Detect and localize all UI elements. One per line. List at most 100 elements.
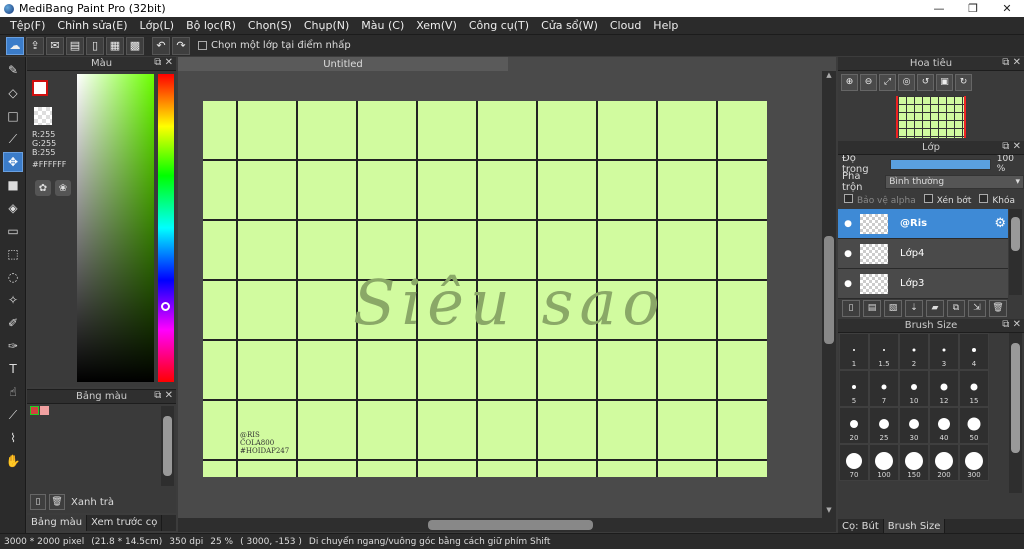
visibility-icon[interactable]: ● bbox=[842, 218, 854, 230]
merge-layer-icon[interactable]: ⇲ bbox=[968, 299, 986, 317]
tab-brush-preview[interactable]: Xem trước cọ bbox=[87, 515, 163, 531]
brush-size-scrollbar[interactable] bbox=[1009, 333, 1022, 493]
delete-palette-icon[interactable]: 🗑 bbox=[49, 494, 65, 510]
saturation-value-picker[interactable] bbox=[77, 74, 154, 382]
comment-icon[interactable]: ▤ bbox=[66, 36, 84, 55]
canvas-paper[interactable]: Siêu sao @RIS COLA800 #HOIDAP247 bbox=[203, 101, 767, 477]
brush-size-cell[interactable]: 1.5 bbox=[869, 333, 899, 370]
menu-color[interactable]: Màu (C) bbox=[355, 19, 410, 32]
brush-size-cell[interactable]: 25 bbox=[869, 407, 899, 444]
gear-icon[interactable]: ⚙ bbox=[994, 216, 1006, 231]
layers-scrollbar[interactable] bbox=[1009, 209, 1022, 295]
menu-edit[interactable]: Chỉnh sửa(E) bbox=[51, 19, 133, 32]
lasso-tool-icon[interactable]: ◌ bbox=[3, 267, 23, 287]
new-palette-icon[interactable]: ▯ bbox=[30, 494, 46, 510]
document-tab[interactable]: Untitled bbox=[178, 57, 508, 71]
brush-size-cell[interactable]: 3 bbox=[929, 333, 959, 370]
layer-item[interactable]: ● Lớp3 bbox=[838, 269, 1008, 299]
new-vector-layer-icon[interactable]: ▧ bbox=[884, 299, 902, 317]
brush-size-cell[interactable]: 15 bbox=[959, 370, 989, 407]
tab-palette[interactable]: Bảng màu bbox=[27, 515, 88, 531]
gradient-tool-icon[interactable]: ▭ bbox=[3, 221, 23, 241]
canvas-horizontal-scrollbar[interactable] bbox=[178, 518, 836, 532]
select-layer-on-click-toggle[interactable]: Chọn một lớp tại điểm nhấp bbox=[198, 40, 351, 51]
navigator-preview[interactable] bbox=[838, 93, 1024, 141]
brush-size-cell[interactable]: 10 bbox=[899, 370, 929, 407]
move-tool-icon[interactable]: ✥ bbox=[3, 152, 23, 172]
protect-alpha-toggle[interactable]: Bảo vệ alpha bbox=[844, 194, 916, 206]
menu-view[interactable]: Xem(V) bbox=[410, 19, 463, 32]
close-button[interactable]: ✕ bbox=[990, 0, 1024, 17]
hand-tool-icon[interactable]: ✋ bbox=[3, 451, 23, 471]
menu-file[interactable]: Tệp(F) bbox=[4, 19, 51, 32]
brush-size-cell[interactable]: 12 bbox=[929, 370, 959, 407]
maximize-button[interactable]: ❐ bbox=[956, 0, 990, 17]
scroll-up-icon[interactable]: ▲ bbox=[822, 71, 836, 83]
folder-icon[interactable]: ▰ bbox=[926, 299, 944, 317]
layer-item[interactable]: ● @Ris ⚙ bbox=[838, 209, 1008, 239]
panel-controls-icon[interactable]: ⧉ ✕ bbox=[1002, 57, 1021, 68]
actual-size-icon[interactable]: ◎ bbox=[898, 73, 915, 91]
cloud-icon[interactable]: ☁ bbox=[6, 36, 24, 55]
brush-size-cell[interactable]: 50 bbox=[959, 407, 989, 444]
brush-size-cell[interactable]: 40 bbox=[929, 407, 959, 444]
eraser-tool-icon[interactable]: ◇ bbox=[3, 83, 23, 103]
vertical-scroll-thumb[interactable] bbox=[824, 236, 834, 344]
clipping-toggle[interactable]: Xén bớt bbox=[923, 194, 971, 206]
dot-tool-icon[interactable]: ⟋ bbox=[3, 129, 23, 149]
reset-rotation-icon[interactable]: ▣ bbox=[936, 73, 953, 91]
menu-filter[interactable]: Bộ lọc(R) bbox=[180, 19, 242, 32]
fit-window-icon[interactable]: ⤢ bbox=[879, 73, 896, 91]
text-tool-icon[interactable]: T bbox=[3, 359, 23, 379]
panel-controls-icon[interactable]: ⧉ ✕ bbox=[154, 57, 173, 68]
brush-size-cell[interactable]: 4 bbox=[959, 333, 989, 370]
layer-item[interactable]: ● Lớp4 bbox=[838, 239, 1008, 269]
magic-wand-tool-icon[interactable]: ✧ bbox=[3, 290, 23, 310]
brush-size-cell[interactable]: 30 bbox=[899, 407, 929, 444]
blend-mode-select[interactable]: Bình thường ▾ bbox=[885, 175, 1024, 189]
palette-icon[interactable]: ✿ bbox=[35, 180, 51, 196]
zoom-out-icon[interactable]: ⊖ bbox=[860, 73, 877, 91]
minimize-button[interactable]: — bbox=[922, 0, 956, 17]
speech-bubble-icon[interactable]: ✉ bbox=[46, 36, 64, 55]
lock-toggle[interactable]: Khóa bbox=[979, 194, 1015, 206]
undo-icon[interactable]: ↶ bbox=[152, 36, 170, 55]
brush-size-cell[interactable]: 200 bbox=[929, 444, 959, 481]
redo-icon[interactable]: ↷ bbox=[172, 36, 190, 55]
new-layer-icon[interactable]: ▯ bbox=[842, 299, 860, 317]
zoom-in-icon[interactable]: ⊕ bbox=[841, 73, 858, 91]
menu-help[interactable]: Help bbox=[647, 19, 684, 32]
visibility-icon[interactable]: ● bbox=[842, 278, 854, 290]
hue-slider[interactable] bbox=[158, 74, 174, 382]
brush-size-cell[interactable]: 70 bbox=[839, 444, 869, 481]
delete-layer-icon[interactable]: 🗑 bbox=[989, 299, 1007, 317]
brush-tool-icon[interactable]: ✎ bbox=[3, 60, 23, 80]
canvas-vertical-scrollbar[interactable]: ▲ ▼ bbox=[822, 71, 836, 518]
canvas-area[interactable]: Untitled Siêu sao @RIS COLA800 #HOIDAP24… bbox=[178, 57, 836, 532]
rotate-left-icon[interactable]: ↺ bbox=[917, 73, 934, 91]
page-icon[interactable]: ▯ bbox=[86, 36, 104, 55]
brush-size-cell[interactable]: 100 bbox=[869, 444, 899, 481]
menu-tools[interactable]: Công cụ(T) bbox=[463, 19, 535, 32]
menu-cloud[interactable]: Cloud bbox=[604, 19, 647, 32]
fill-rect-tool-icon[interactable]: ■ bbox=[3, 175, 23, 195]
panel-controls-icon[interactable]: ⧉ ✕ bbox=[1002, 141, 1021, 152]
hue-slider-handle[interactable] bbox=[161, 302, 170, 311]
operation-tool-icon[interactable]: ☝ bbox=[3, 382, 23, 402]
brush-size-cell[interactable]: 1 bbox=[839, 333, 869, 370]
eyedropper-tool-icon[interactable]: ⌇ bbox=[3, 428, 23, 448]
select-layer-checkbox[interactable] bbox=[198, 41, 207, 50]
new-halftone-layer-icon[interactable]: ▤ bbox=[863, 299, 881, 317]
palette-scrollbar[interactable] bbox=[161, 406, 174, 486]
visibility-icon[interactable]: ● bbox=[842, 248, 854, 260]
select-pen-tool-icon[interactable]: ✐ bbox=[3, 313, 23, 333]
select-tool-icon[interactable]: ⬚ bbox=[3, 244, 23, 264]
menu-select[interactable]: Chọn(S) bbox=[242, 19, 298, 32]
bucket-tool-icon[interactable]: ◈ bbox=[3, 198, 23, 218]
brush-size-cell[interactable]: 7 bbox=[869, 370, 899, 407]
share-icon[interactable]: ⇪ bbox=[26, 36, 44, 55]
rotate-right-icon[interactable]: ↻ bbox=[955, 73, 972, 91]
grid-icon[interactable]: ▩ bbox=[126, 36, 144, 55]
brush-size-cell[interactable]: 20 bbox=[839, 407, 869, 444]
panel-layout-icon[interactable]: ▦ bbox=[106, 36, 124, 55]
